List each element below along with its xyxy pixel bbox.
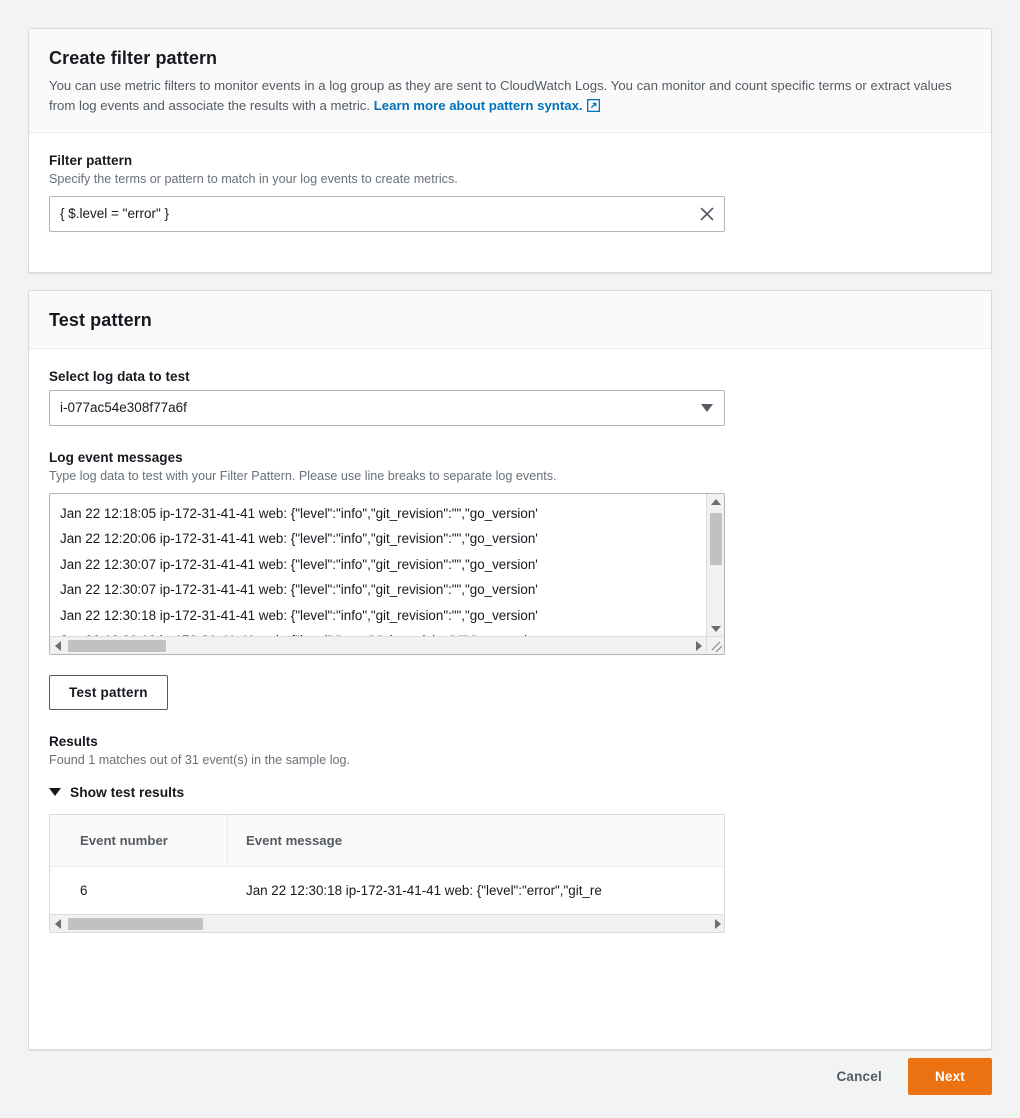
page-title: Create filter pattern bbox=[49, 48, 218, 68]
log-event-messages-description: Type log data to test with your Filter P… bbox=[49, 468, 557, 483]
create-filter-pattern-description: You can use metric filters to monitor ev… bbox=[49, 76, 969, 116]
textarea-horizontal-scrollbar[interactable] bbox=[50, 635, 707, 654]
table-horizontal-scrollbar[interactable] bbox=[50, 913, 724, 932]
clear-filter-pattern-button[interactable] bbox=[693, 200, 721, 228]
filter-pattern-input[interactable] bbox=[49, 195, 725, 232]
show-test-results-label: Show test results bbox=[70, 784, 185, 800]
column-header-event-message: Event message bbox=[246, 832, 343, 848]
results-summary: Found 1 matches out of 31 event(s) in th… bbox=[49, 752, 351, 767]
vertical-scrollbar-thumb[interactable] bbox=[710, 512, 722, 565]
select-log-data-wrapper: i-077ac54e308f77a6f bbox=[49, 389, 725, 426]
triangle-down-icon bbox=[49, 788, 61, 796]
table-scroll-right-arrow-icon[interactable] bbox=[710, 915, 724, 932]
cancel-button[interactable]: Cancel bbox=[822, 1059, 895, 1094]
create-filter-pattern-page: Create filter pattern You can use metric… bbox=[0, 0, 1020, 1118]
test-pattern-header: Test pattern bbox=[29, 291, 991, 349]
test-pattern-card: Test pattern Select log data to test i-0… bbox=[28, 290, 992, 1050]
log-line: Jan 22 12:20:06 ip-172-31-41-41 web: {"l… bbox=[60, 531, 538, 546]
close-icon bbox=[699, 206, 715, 222]
scroll-up-arrow-icon[interactable] bbox=[707, 494, 724, 510]
log-line: Jan 22 12:30:07 ip-172-31-41-41 web: {"l… bbox=[60, 556, 538, 572]
learn-more-label: Learn more about pattern syntax. bbox=[373, 97, 583, 113]
test-pattern-button[interactable]: Test pattern bbox=[49, 674, 168, 710]
log-line: Jan 22 12:30:18 ip-172-31-41-41 web: {"l… bbox=[60, 607, 538, 623]
textarea-vertical-scrollbar[interactable] bbox=[706, 493, 724, 637]
learn-more-link[interactable]: Learn more about pattern syntax. bbox=[374, 98, 600, 113]
filter-pattern-input-wrapper bbox=[49, 195, 725, 232]
table-header-row: Event number Event message bbox=[50, 814, 724, 867]
log-line: Jan 22 12:30:07 ip-172-31-41-41 web: {"l… bbox=[60, 582, 538, 597]
footer-actions: Cancel Next bbox=[28, 1058, 992, 1095]
cell-event-number: 6 bbox=[80, 883, 88, 898]
select-log-data-label: Select log data to test bbox=[49, 368, 190, 384]
column-header-event-number: Event number bbox=[50, 814, 228, 866]
results-label: Results bbox=[49, 733, 98, 749]
scroll-left-arrow-icon[interactable] bbox=[50, 637, 66, 654]
log-event-messages-textarea[interactable]: Jan 22 12:18:05 ip-172-31-41-41 web: {"l… bbox=[49, 492, 725, 655]
select-log-data-dropdown[interactable]: i-077ac54e308f77a6f bbox=[49, 389, 725, 426]
textarea-resize-handle[interactable] bbox=[706, 635, 724, 654]
create-filter-pattern-card: Create filter pattern You can use metric… bbox=[28, 28, 992, 273]
table-scrollbar-thumb[interactable] bbox=[68, 917, 203, 930]
filter-pattern-body: Filter pattern Specify the terms or patt… bbox=[29, 133, 991, 252]
external-link-icon bbox=[586, 98, 600, 112]
create-filter-pattern-header: Create filter pattern You can use metric… bbox=[29, 29, 991, 133]
table-row[interactable]: 6 Jan 22 12:30:18 ip-172-31-41-41 web: {… bbox=[50, 866, 724, 915]
log-event-messages-content: Jan 22 12:18:05 ip-172-31-41-41 web: {"l… bbox=[50, 494, 707, 637]
filter-pattern-description: Specify the terms or pattern to match in… bbox=[49, 171, 458, 186]
test-pattern-body: Select log data to test i-077ac54e308f77… bbox=[29, 349, 991, 953]
test-pattern-title: Test pattern bbox=[49, 310, 152, 330]
cell-event-message: Jan 22 12:30:18 ip-172-31-41-41 web: {"l… bbox=[246, 883, 602, 898]
show-test-results-toggle[interactable]: Show test results bbox=[49, 785, 184, 800]
scroll-down-arrow-icon[interactable] bbox=[707, 621, 724, 637]
next-button[interactable]: Next bbox=[907, 1058, 992, 1095]
log-line: Jan 22 12:18:05 ip-172-31-41-41 web: {"l… bbox=[60, 505, 538, 521]
filter-pattern-label: Filter pattern bbox=[49, 152, 133, 168]
scroll-right-arrow-icon[interactable] bbox=[691, 637, 707, 654]
log-event-messages-label: Log event messages bbox=[49, 449, 183, 465]
horizontal-scrollbar-thumb[interactable] bbox=[68, 639, 166, 652]
results-block: Results Found 1 matches out of 31 event(… bbox=[49, 734, 971, 769]
test-results-table: Event number Event message 6 Jan 22 12:3… bbox=[49, 813, 725, 933]
table-scroll-left-arrow-icon[interactable] bbox=[50, 915, 66, 932]
test-pattern-button-row: Test pattern bbox=[49, 674, 971, 710]
select-log-data-value: i-077ac54e308f77a6f bbox=[60, 400, 187, 415]
